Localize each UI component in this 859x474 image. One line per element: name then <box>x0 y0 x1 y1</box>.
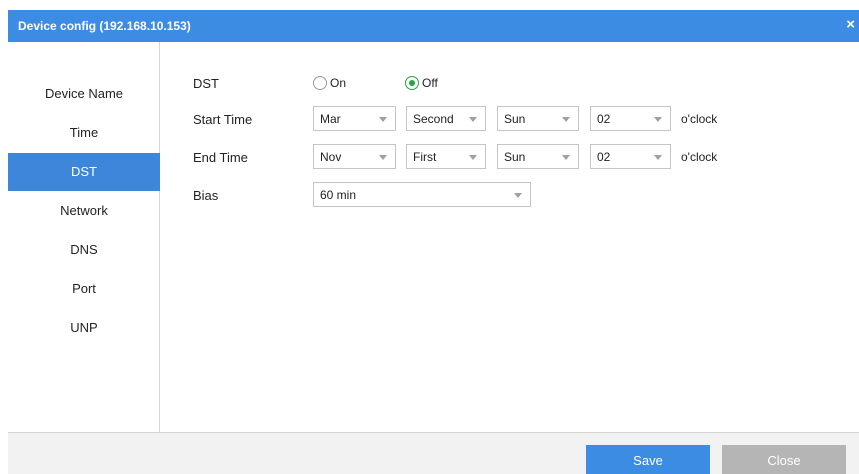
start-hour-select[interactable]: 02 <box>590 106 671 131</box>
chevron-down-icon <box>654 117 662 122</box>
bias-select[interactable]: 60 min <box>313 182 531 207</box>
chevron-down-icon <box>654 155 662 160</box>
dialog-titlebar: Device config (192.168.10.153) × <box>8 10 859 42</box>
sidebar-item-time[interactable]: Time <box>8 114 160 152</box>
close-button[interactable]: Close <box>722 445 846 474</box>
end-time-label: End Time <box>193 150 248 165</box>
bias-value: 60 min <box>320 188 357 202</box>
dst-label: DST <box>193 76 219 91</box>
dst-settings-panel: DST On Off Start Time Mar Second Sun 02 … <box>161 42 859 432</box>
sidebar: Device Name Time DST Network DNS Port UN… <box>8 42 160 432</box>
end-oclock-label: o'clock <box>681 150 718 164</box>
end-month-value: Nov <box>320 150 342 164</box>
bias-label: Bias <box>193 188 219 203</box>
sidebar-item-port[interactable]: Port <box>8 270 160 308</box>
chevron-down-icon <box>562 155 570 160</box>
end-hour-select[interactable]: 02 <box>590 144 671 169</box>
end-month-select[interactable]: Nov <box>313 144 396 169</box>
chevron-down-icon <box>562 117 570 122</box>
start-day-select[interactable]: Sun <box>497 106 579 131</box>
device-config-dialog: Device config (192.168.10.153) × Device … <box>8 10 859 474</box>
dst-on-radio[interactable]: On <box>313 76 346 90</box>
chevron-down-icon <box>469 155 477 160</box>
sidebar-item-dst[interactable]: DST <box>8 153 160 191</box>
start-month-select[interactable]: Mar <box>313 106 396 131</box>
save-button[interactable]: Save <box>586 445 710 474</box>
sidebar-item-network[interactable]: Network <box>8 192 160 230</box>
dst-on-label: On <box>330 76 347 90</box>
end-hour-value: 02 <box>597 150 611 164</box>
chevron-down-icon <box>469 117 477 122</box>
start-oclock-label: o'clock <box>681 112 718 126</box>
dst-off-label: Off <box>422 76 438 90</box>
sidebar-item-dns[interactable]: DNS <box>8 231 160 269</box>
dst-off-radio[interactable]: Off <box>405 76 438 90</box>
sidebar-item-unp[interactable]: UNP <box>8 309 160 347</box>
start-hour-value: 02 <box>597 112 611 126</box>
sidebar-item-device-name[interactable]: Device Name <box>8 75 160 113</box>
end-day-value: Sun <box>504 150 526 164</box>
chevron-down-icon <box>379 117 387 122</box>
start-week-select[interactable]: Second <box>406 106 486 131</box>
dialog-title: Device config (192.168.10.153) <box>18 19 191 33</box>
chevron-down-icon <box>514 193 522 198</box>
dialog-footer: Save Close <box>8 432 859 474</box>
end-week-select[interactable]: First <box>406 144 486 169</box>
start-month-value: Mar <box>320 112 341 126</box>
chevron-down-icon <box>379 155 387 160</box>
close-icon[interactable]: × <box>846 16 855 34</box>
end-day-select[interactable]: Sun <box>497 144 579 169</box>
radio-unchecked-icon <box>313 76 327 90</box>
start-time-label: Start Time <box>193 112 253 127</box>
radio-checked-icon <box>405 76 419 90</box>
start-day-value: Sun <box>504 112 526 126</box>
start-week-value: Second <box>413 112 454 126</box>
end-week-value: First <box>413 150 437 164</box>
